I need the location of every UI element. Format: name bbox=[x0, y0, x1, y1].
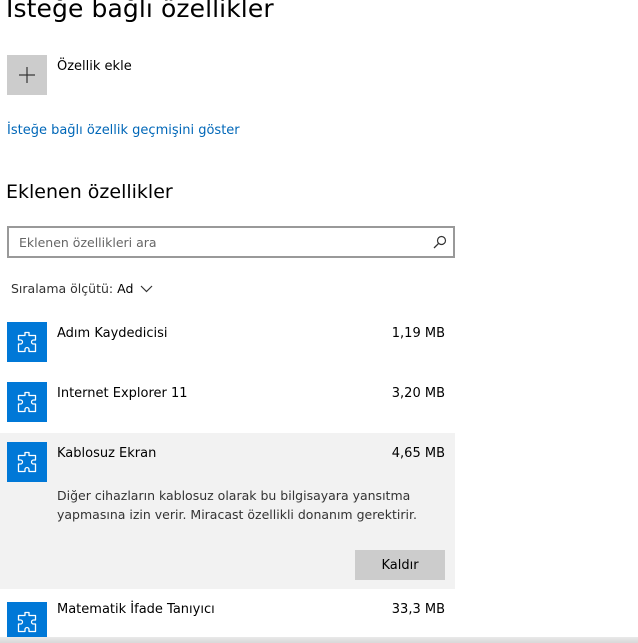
feature-size: 1,19 MB bbox=[391, 326, 445, 341]
feature-name: Matematik İfade Tanıyıcı bbox=[57, 602, 215, 617]
feature-icon-tile bbox=[7, 382, 47, 422]
list-item-selected[interactable]: Kablosuz Ekran 4,65 MB Diğer cihazların … bbox=[0, 433, 455, 589]
list-item[interactable]: Internet Explorer 11 3,20 MB bbox=[0, 373, 455, 431]
feature-name: Kablosuz Ekran bbox=[57, 446, 157, 461]
chevron-down-icon[interactable] bbox=[140, 285, 153, 293]
add-feature-button[interactable]: Özellik ekle bbox=[7, 55, 132, 95]
bottom-edge bbox=[0, 637, 638, 643]
feature-description: Diğer cihazların kablosuz olarak bu bilg… bbox=[57, 488, 417, 522]
add-feature-label: Özellik ekle bbox=[57, 59, 132, 74]
search-icon[interactable] bbox=[433, 235, 447, 249]
plus-icon bbox=[19, 67, 35, 83]
puzzle-icon bbox=[17, 451, 37, 473]
sort-dropdown[interactable]: Sıralama ölçütü: Ad bbox=[11, 281, 153, 296]
add-feature-tile[interactable] bbox=[7, 55, 47, 95]
feature-name: Adım Kaydedicisi bbox=[57, 326, 168, 341]
feature-icon-tile bbox=[7, 322, 47, 362]
feature-icon-tile bbox=[7, 442, 47, 482]
list-item[interactable]: Matematik İfade Tanıyıcı 33,3 MB bbox=[0, 593, 455, 643]
search-input[interactable] bbox=[9, 228, 429, 256]
feature-name: Internet Explorer 11 bbox=[57, 386, 188, 401]
feature-icon-tile bbox=[7, 602, 47, 642]
puzzle-icon bbox=[17, 331, 37, 353]
feature-size: 3,20 MB bbox=[391, 386, 445, 401]
puzzle-icon bbox=[17, 611, 37, 633]
sort-label: Sıralama ölçütü: bbox=[11, 281, 114, 296]
remove-button[interactable]: Kaldır bbox=[355, 550, 445, 580]
history-link[interactable]: İsteğe bağlı özellik geçmişini göster bbox=[7, 123, 240, 138]
page-title: İsteğe bağlı özellikler bbox=[6, 0, 274, 23]
installed-section-title: Eklenen özellikler bbox=[6, 181, 173, 203]
feature-size: 33,3 MB bbox=[391, 602, 445, 617]
feature-size: 4,65 MB bbox=[391, 446, 445, 461]
puzzle-icon bbox=[17, 391, 37, 413]
list-item[interactable]: Adım Kaydedicisi 1,19 MB bbox=[0, 313, 455, 371]
sort-value[interactable]: Ad bbox=[117, 281, 133, 296]
search-box[interactable] bbox=[7, 226, 455, 258]
